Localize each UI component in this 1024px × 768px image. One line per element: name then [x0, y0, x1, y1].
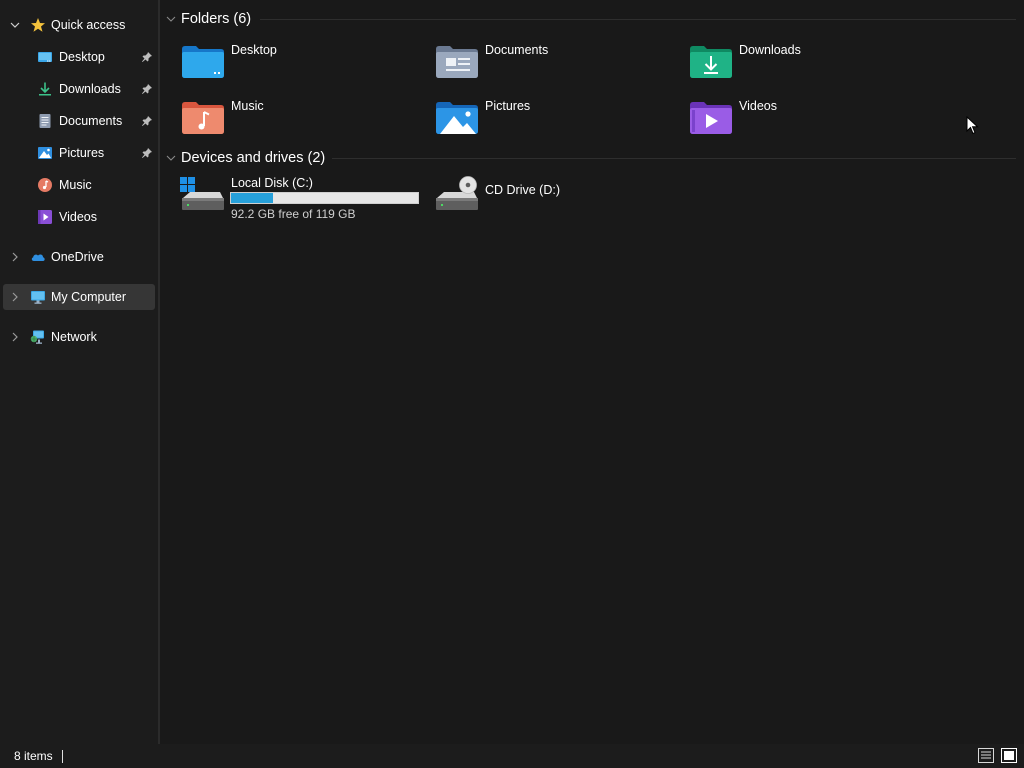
status-bar: 8 items	[0, 744, 1024, 768]
videos-folder-icon	[688, 99, 734, 139]
group-title: Devices and drives (2)	[181, 150, 326, 166]
chevron-down-icon[interactable]	[165, 151, 179, 165]
items-view[interactable]: Folders (6) Desktop Documents Downloads	[160, 0, 1024, 744]
chevron-right-icon[interactable]	[8, 330, 22, 344]
large-icons-view-icon[interactable]	[1001, 748, 1017, 763]
chevron-down-icon[interactable]	[165, 12, 179, 26]
sidebar-item-label: Documents	[59, 114, 123, 128]
sidebar-item-quick-access[interactable]: Quick access	[0, 12, 158, 38]
folder-name: Pictures	[485, 99, 531, 113]
sidebar-item-label: Network	[51, 330, 97, 344]
sidebar-item-desktop[interactable]: Desktop	[0, 44, 158, 70]
drive-free-space: 92.2 GB free of 119 GB	[231, 207, 356, 221]
sidebar-item-label: Desktop	[59, 50, 105, 64]
onedrive-cloud-icon	[30, 249, 46, 265]
folder-music[interactable]: Music	[180, 99, 430, 143]
group-title: Folders (6)	[181, 11, 252, 27]
desktop-icon	[37, 49, 53, 65]
chevron-down-icon[interactable]	[8, 18, 22, 32]
drive-name: Local Disk (C:)	[231, 176, 313, 190]
downloads-folder-icon	[688, 43, 734, 83]
group-header-devices-and-drives[interactable]: Devices and drives (2)	[160, 147, 1024, 169]
group-divider	[260, 19, 1016, 20]
folder-name: Music	[231, 99, 264, 113]
chevron-right-icon[interactable]	[8, 250, 22, 264]
pin-icon[interactable]	[141, 115, 153, 127]
folder-name: Desktop	[231, 43, 277, 57]
local-disk-icon	[180, 176, 226, 216]
download-icon	[37, 81, 53, 97]
navigation-pane[interactable]: Quick access Desktop Downloads Documents…	[0, 0, 158, 744]
folder-videos[interactable]: Videos	[688, 99, 938, 143]
sidebar-item-label: My Computer	[51, 290, 127, 304]
folder-name: Videos	[739, 99, 777, 113]
sidebar-item-onedrive[interactable]: OneDrive	[0, 244, 158, 270]
network-icon	[30, 329, 46, 345]
drive-usage-fill	[231, 193, 274, 203]
drive-usage-bar	[230, 192, 419, 204]
item-count: 8 items	[14, 749, 53, 763]
chevron-right-icon[interactable]	[8, 290, 22, 304]
sidebar-item-label: Videos	[59, 210, 97, 224]
videos-icon	[37, 209, 53, 225]
file-explorer-window: Quick access Desktop Downloads Documents…	[0, 0, 1024, 768]
sidebar-item-videos[interactable]: Videos	[0, 204, 158, 230]
star-icon	[30, 17, 46, 33]
folder-desktop[interactable]: Desktop	[180, 43, 430, 87]
status-separator	[62, 750, 63, 763]
computer-icon	[30, 289, 46, 305]
pictures-icon	[37, 145, 53, 161]
sidebar-item-music[interactable]: Music	[0, 172, 158, 198]
folder-pictures[interactable]: Pictures	[434, 99, 684, 143]
sidebar-item-my-computer[interactable]: My Computer	[3, 284, 155, 310]
pin-icon[interactable]	[141, 147, 153, 159]
sidebar-item-network[interactable]: Network	[0, 324, 158, 350]
music-icon	[37, 177, 53, 193]
group-divider	[332, 158, 1016, 159]
folder-documents[interactable]: Documents	[434, 43, 684, 87]
pictures-folder-icon	[434, 99, 480, 139]
document-icon	[37, 113, 53, 129]
music-folder-icon	[180, 99, 226, 139]
desktop-folder-icon	[180, 43, 226, 83]
sidebar-item-downloads[interactable]: Downloads	[0, 76, 158, 102]
sidebar-item-label: Quick access	[51, 18, 126, 32]
sidebar-item-label: Downloads	[59, 82, 121, 96]
folder-downloads[interactable]: Downloads	[688, 43, 938, 87]
sidebar-item-label: Music	[59, 178, 92, 192]
folder-name: Documents	[485, 43, 549, 57]
mouse-cursor-icon	[966, 115, 980, 136]
details-view-icon[interactable]	[978, 748, 994, 763]
group-header-folders[interactable]: Folders (6)	[160, 8, 1024, 30]
sidebar-item-label: OneDrive	[51, 250, 104, 264]
folder-name: Downloads	[739, 43, 801, 57]
sidebar-item-label: Pictures	[59, 146, 105, 160]
pin-icon[interactable]	[141, 51, 153, 63]
cd-drive-icon	[434, 176, 480, 216]
pin-icon[interactable]	[141, 83, 153, 95]
documents-folder-icon	[434, 43, 480, 83]
drive-name: CD Drive (D:)	[485, 183, 560, 197]
sidebar-item-pictures[interactable]: Pictures	[0, 140, 158, 166]
drive-cd-d[interactable]: CD Drive (D:)	[434, 176, 634, 216]
sidebar-item-documents[interactable]: Documents	[0, 108, 158, 134]
